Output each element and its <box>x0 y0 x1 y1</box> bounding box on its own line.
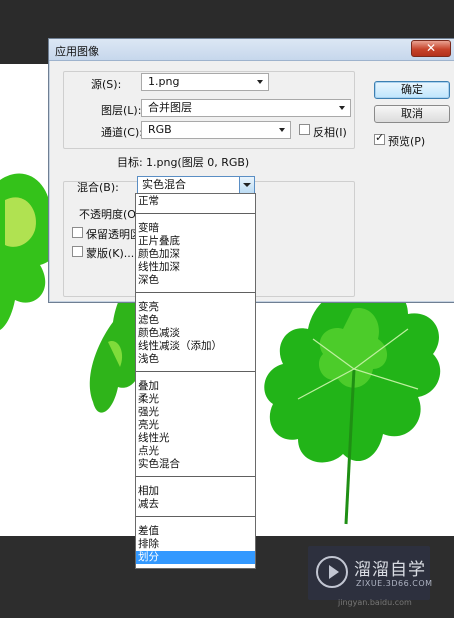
blend-option[interactable]: 线性加深 <box>136 261 255 274</box>
blend-option[interactable]: 划分 <box>136 551 255 564</box>
chevron-down-icon[interactable] <box>239 177 254 193</box>
source-label: 源(S): <box>91 78 122 91</box>
blend-option[interactable]: 排除 <box>136 538 255 551</box>
target-value: 1.png(图层 0, RGB) <box>146 156 250 169</box>
chevron-down-icon <box>339 106 345 110</box>
ok-button[interactable]: 确定 <box>374 81 450 99</box>
play-logo-icon <box>316 556 348 588</box>
blend-option[interactable]: 滤色 <box>136 314 255 327</box>
blend-option[interactable]: 线性减淡（添加） <box>136 340 255 353</box>
menu-separator <box>136 476 255 477</box>
watermark-subtitle: ZIXUE.3D66.COM <box>356 579 433 588</box>
menu-separator <box>136 371 255 372</box>
channel-select[interactable]: RGB <box>141 121 291 139</box>
chevron-down-icon <box>257 80 263 84</box>
source-select[interactable]: 1.png <box>141 73 269 91</box>
blend-option[interactable]: 深色 <box>136 274 255 287</box>
blend-option[interactable]: 差值 <box>136 525 255 538</box>
blend-option[interactable]: 点光 <box>136 445 255 458</box>
blend-option[interactable]: 减去 <box>136 498 255 511</box>
channel-value: RGB <box>148 123 172 136</box>
invert-label: 反相(I) <box>313 126 347 139</box>
preview-label: 预览(P) <box>388 135 426 148</box>
preserve-transparency-label: 保留透明区 <box>86 228 141 241</box>
blend-option[interactable]: 变亮 <box>136 301 255 314</box>
watermark-url: jingyan.baidu.com <box>338 598 412 607</box>
blend-option[interactable]: 正片叠底 <box>136 235 255 248</box>
channel-label: 通道(C): <box>101 126 143 139</box>
mask-label: 蒙版(K)... <box>86 247 135 260</box>
blend-mode-dropdown: 正常变暗 正片叠底 颜色加深 线性加深 深色变亮 滤色 颜色减淡 线性减淡（添加） 浅色叠加 柔光… <box>135 193 256 569</box>
blend-option[interactable]: 实色混合 <box>136 458 255 471</box>
preview-checkbox[interactable] <box>374 131 385 145</box>
preserve-transparency-checkbox[interactable] <box>72 227 83 238</box>
menu-separator <box>136 292 255 293</box>
blend-option[interactable]: 柔光 <box>136 393 255 406</box>
blend-option[interactable]: 颜色加深 <box>136 248 255 261</box>
chevron-down-icon <box>279 128 285 132</box>
title-bar[interactable]: 应用图像 ✕ <box>49 39 454 61</box>
blend-label: 混合(B): <box>77 181 119 194</box>
watermark: 溜溜自学 ZIXUE.3D66.COM <box>308 546 433 600</box>
blend-option[interactable]: 线性光 <box>136 432 255 445</box>
dialog-title: 应用图像 <box>55 45 99 58</box>
blend-option[interactable]: 叠加 <box>136 380 255 393</box>
blend-option[interactable]: 亮光 <box>136 419 255 432</box>
source-value: 1.png <box>148 75 180 88</box>
watermark-title: 溜溜自学 <box>354 560 426 580</box>
blend-option[interactable]: 相加 <box>136 485 255 498</box>
close-button[interactable]: ✕ <box>411 40 451 57</box>
target-label: 目标: <box>117 156 143 169</box>
layer-label: 图层(L): <box>101 104 142 117</box>
invert-checkbox[interactable] <box>299 124 310 135</box>
blend-value: 实色混合 <box>142 178 186 191</box>
blend-option[interactable]: 变暗 <box>136 222 255 235</box>
opacity-label: 不透明度(O) <box>79 208 141 221</box>
mask-checkbox[interactable] <box>72 246 83 257</box>
menu-separator <box>136 213 255 214</box>
blend-option[interactable]: 正常 <box>136 195 255 208</box>
layer-select[interactable]: 合并图层 <box>141 99 351 117</box>
layer-value: 合并图层 <box>148 101 192 114</box>
cancel-button[interactable]: 取消 <box>374 105 450 123</box>
leaf-right <box>264 283 441 525</box>
blend-option[interactable]: 强光 <box>136 406 255 419</box>
blend-option[interactable]: 浅色 <box>136 353 255 366</box>
menu-separator <box>136 516 255 517</box>
blend-select[interactable]: 实色混合 <box>137 176 255 194</box>
blend-option[interactable]: 颜色减淡 <box>136 327 255 340</box>
